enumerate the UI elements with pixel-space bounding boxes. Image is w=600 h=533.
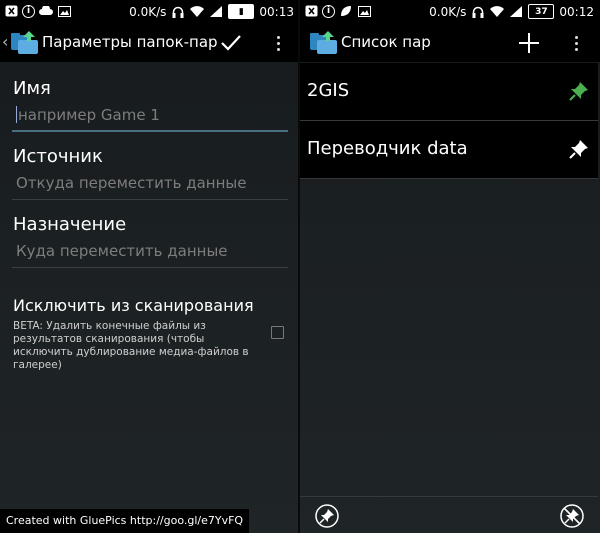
pin-icon[interactable]: [568, 138, 590, 160]
overflow-menu-button[interactable]: [271, 28, 285, 58]
save-button[interactable]: [217, 28, 245, 58]
clock: 00:12: [559, 4, 594, 19]
pin-all-icon[interactable]: [314, 503, 340, 529]
pin-icon[interactable]: [568, 80, 590, 102]
overflow-menu-button[interactable]: [569, 28, 583, 58]
source-label: Источник: [13, 146, 103, 167]
leaf-icon: [339, 4, 353, 18]
page-title: Параметры папок-пар: [42, 33, 218, 51]
info-icon: i: [322, 4, 335, 18]
exclude-scan-title: Исключить из сканирования: [13, 296, 254, 315]
pair-list-item[interactable]: Переводчик data: [300, 121, 598, 179]
info-icon: i: [22, 4, 35, 18]
cloud-icon: [39, 4, 53, 18]
image-icon: [357, 4, 371, 18]
action-bar: Список пар: [300, 24, 600, 62]
unpin-all-icon[interactable]: [559, 503, 585, 529]
left-screen: i 0.0K/s ▮ 00:13 ‹ Параметры папок-пар И…: [0, 0, 300, 533]
battery-level: 37: [528, 4, 555, 19]
pair-name: Переводчик data: [307, 138, 468, 159]
app-folders-icon: [11, 31, 38, 54]
close-notification-icon: [4, 4, 18, 18]
status-bar: i 0.0K/s ▮ 00:13: [0, 0, 300, 24]
watermark: Created with GluePics http://goo.gl/e7Yv…: [0, 509, 250, 533]
pair-name: 2GIS: [307, 80, 350, 101]
pair-list-item[interactable]: 2GIS: [300, 63, 598, 121]
page-title: Список пар: [341, 33, 431, 51]
name-label: Имя: [13, 78, 51, 99]
clock: 00:13: [259, 4, 294, 19]
bottom-bar: [300, 496, 598, 533]
network-speed: 0.0K/s: [129, 4, 167, 19]
signal-icon: [509, 5, 523, 19]
checkmark-icon: [221, 35, 241, 51]
destination-input[interactable]: Куда переместить данные: [12, 242, 288, 268]
close-notification-icon: [304, 4, 318, 18]
back-chevron-icon[interactable]: ‹: [2, 32, 8, 51]
exclude-scan-description: BETA: Удалить конечные файлы из результа…: [13, 320, 249, 371]
image-icon: [57, 4, 71, 18]
app-folders-icon: [310, 31, 337, 54]
wifi-icon: [490, 5, 505, 19]
destination-label: Назначение: [13, 214, 127, 235]
name-input[interactable]: например Game 1: [12, 106, 288, 132]
status-bar: i 0.0K/s 37 00:12: [300, 0, 600, 24]
headphones-icon: [171, 5, 185, 19]
network-speed: 0.0K/s: [429, 4, 467, 19]
wifi-icon: [190, 5, 205, 19]
battery-icon: ▮: [228, 4, 255, 19]
headphones-icon: [471, 5, 485, 19]
source-input[interactable]: Откуда переместить данные: [12, 174, 288, 200]
plus-icon: [519, 33, 539, 53]
exclude-scan-checkbox[interactable]: [271, 326, 284, 339]
add-pair-button[interactable]: [515, 28, 543, 58]
action-bar: ‹ Параметры папок-пар: [0, 24, 300, 62]
signal-icon: [209, 5, 223, 19]
right-screen: i 0.0K/s 37 00:12 Список пар 2GIS Перево…: [300, 0, 600, 533]
